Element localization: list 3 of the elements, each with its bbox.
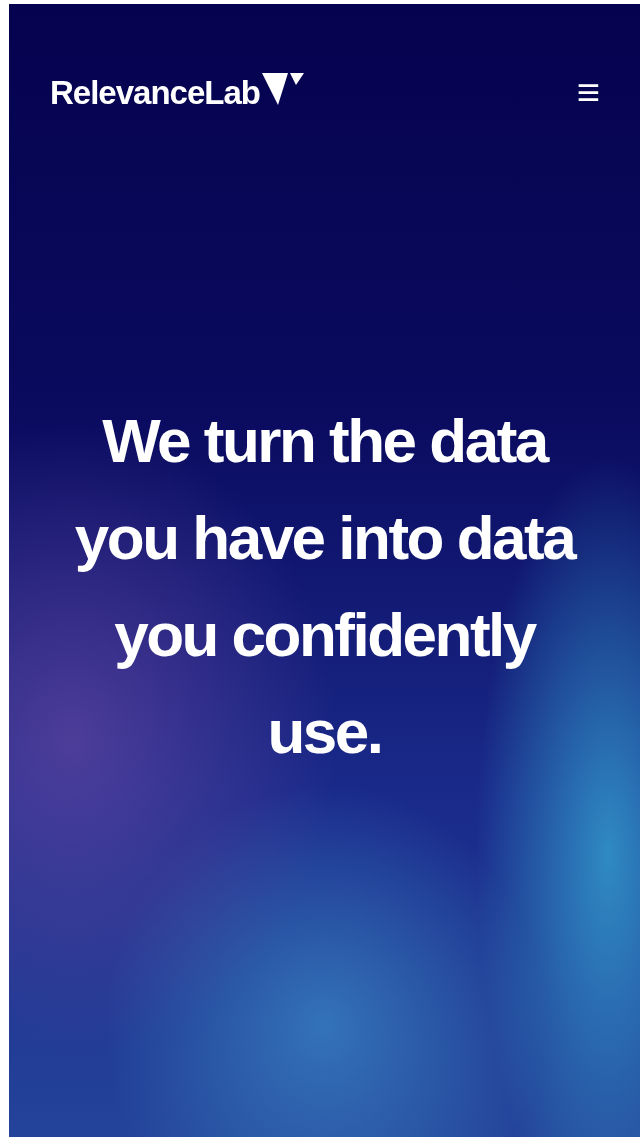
hero-headline: We turn the data you have into data you confidently use.: [74, 405, 575, 768]
logo-text[interactable]: RelevanceLab: [50, 75, 260, 109]
logo-mark-icon: [261, 71, 304, 107]
